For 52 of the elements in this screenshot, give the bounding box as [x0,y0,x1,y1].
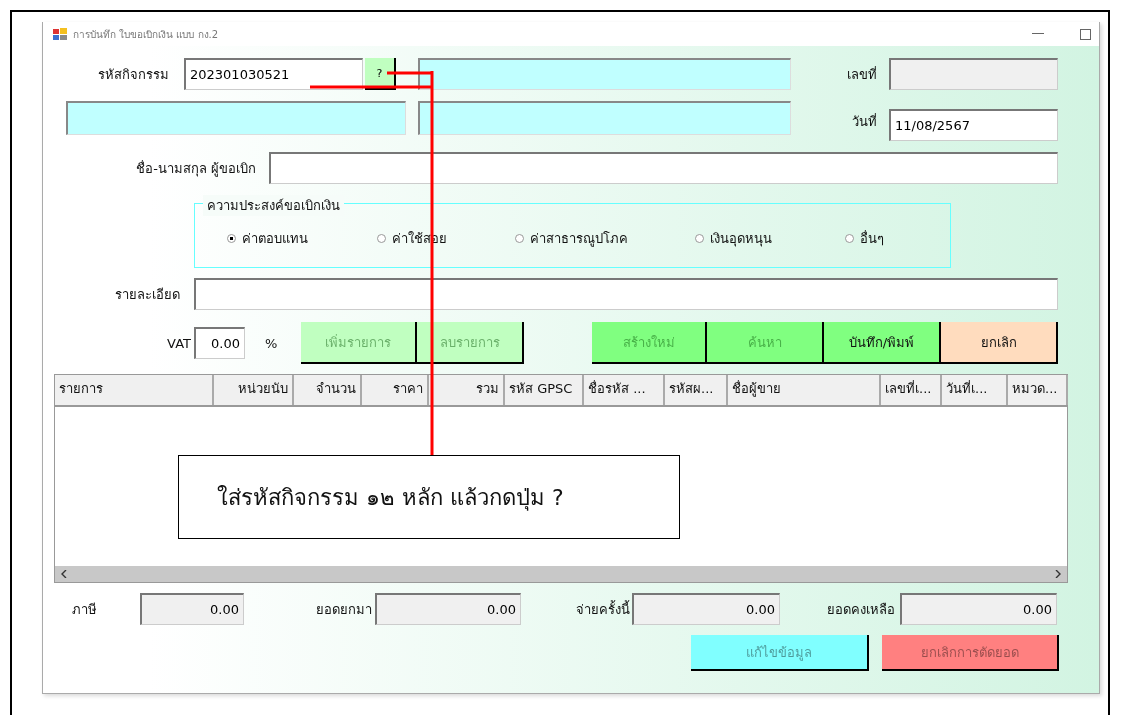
group-title: ความประสงค์ขอเบิกเงิน [203,195,344,216]
date-field[interactable]: 11/08/2567 [889,109,1058,141]
input-field[interactable] [194,278,1058,310]
field-label: ชื่อ-นามสกุล ผู้ขอเบิก [135,159,256,179]
radio-option[interactable]: ค่าสาธารณูปโภค [515,228,695,249]
column-header[interactable]: หมวด... [1008,375,1068,405]
field-label: VAT [166,335,191,351]
column-header[interactable]: ราคา [362,375,429,405]
app-icon [53,28,67,40]
callout-note: ใส่รหัสกิจกรรม ๑๒ หลัก แล้วกดปุ่ม ? [178,455,680,539]
minimize-icon[interactable] [1032,33,1044,35]
column-header[interactable]: รหัสผ... [665,375,728,405]
radio-option[interactable]: เงินอุดหนุน [695,228,845,249]
total-field[interactable]: 0.00 [900,593,1057,625]
action-button[interactable]: ยกเลิก [941,322,1058,364]
total-field[interactable]: 0.00 [632,593,780,625]
radio-icon[interactable] [515,234,524,243]
radio-icon[interactable] [695,234,704,243]
input-field[interactable]: 202301030521 [184,58,363,90]
column-header[interactable]: รวม [429,375,505,405]
column-header[interactable]: ชื่อรหัส ... [584,375,665,405]
field-label: จ่ายครั้งนี้ [575,599,630,619]
maximize-icon[interactable] [1080,28,1091,40]
scroll-left-icon[interactable] [61,570,67,578]
column-header[interactable]: จำนวน [294,375,362,405]
column-header[interactable]: ชื่อผู้ขาย [728,375,881,405]
radio-option[interactable]: ค่าตอบแทน [227,228,377,249]
radio-icon[interactable] [227,234,236,243]
field-label: วันที่ [851,112,877,131]
field-label: รหัสกิจกรรม [97,65,169,84]
unit-label: % [265,335,279,351]
field-label: ยอดคงเหลือ [826,600,895,619]
total-field[interactable]: 0.00 [140,593,244,625]
action-button[interactable]: บันทึก/พิมพ์ [824,322,941,364]
field-label: ภาษี [71,600,97,619]
vat-field[interactable]: 0.00 [194,327,245,359]
field-label: รายละเอียด [114,285,180,304]
column-header[interactable]: วันที่เ... [942,375,1008,405]
input-field[interactable] [269,152,1058,184]
radio-option[interactable]: อื่นๆ [845,228,935,249]
scroll-right-icon[interactable] [1055,570,1061,578]
horizontal-scrollbar[interactable] [55,566,1067,582]
window-title: การบันทึก ใบขอเบิกเงิน แบบ กง.2 [73,27,219,42]
column-header[interactable]: รหัส GPSC [505,375,584,405]
radio-icon[interactable] [377,234,386,243]
column-header[interactable]: หน่วยนับ [214,375,294,405]
radio-icon[interactable] [845,234,854,243]
field-label: เลขที่ [846,65,877,84]
field-label: ยอดยกมา [315,600,372,619]
column-header[interactable]: รายการ [55,375,214,405]
column-header[interactable]: เลขที่เ... [881,375,942,405]
total-field[interactable]: 0.00 [375,593,521,625]
